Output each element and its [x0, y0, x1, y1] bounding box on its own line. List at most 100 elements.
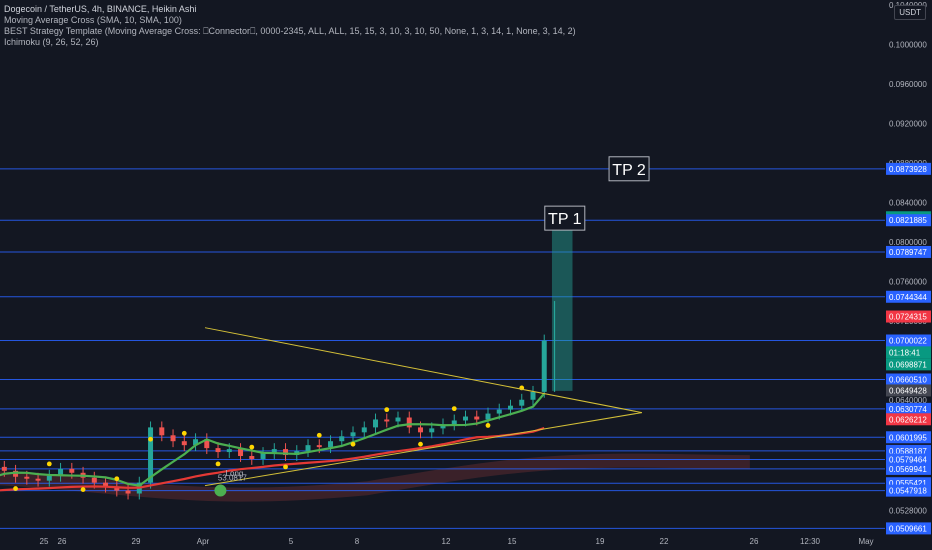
currency-button[interactable]: USDT: [894, 5, 926, 20]
candle-body-27: [69, 468, 75, 473]
signal-dot-55: [384, 407, 390, 413]
y-tick-4: 0.0760000: [889, 277, 927, 286]
y-tick-5: 0.0800000: [889, 238, 927, 247]
price-label-2: 0.0821885: [889, 216, 927, 225]
candle-body-55: [384, 419, 390, 422]
price-label-9: 0.0660510: [889, 376, 927, 385]
candle-body-53: [361, 427, 367, 433]
candle-body-54: [373, 419, 379, 428]
y-tick-8: 0.0920000: [889, 119, 927, 128]
y-tick-6: 0.0840000: [889, 198, 927, 207]
candle-body-66: [507, 405, 513, 410]
price-label-18: 0.0547918: [889, 487, 927, 496]
candle-body-52: [350, 432, 356, 437]
x-tick-7: 15: [508, 537, 517, 546]
x-tick-5: 8: [355, 537, 360, 546]
price-label-19: 0.0509661: [889, 524, 927, 533]
signal-dot-64: [485, 423, 491, 428]
candle-body-65: [496, 409, 502, 414]
ichimoku-cloud: [0, 453, 750, 502]
candle-body-24: [35, 478, 41, 481]
candle-body-57: [406, 417, 412, 428]
signal-dot-58: [418, 441, 423, 447]
y-tick-9: 0.0960000: [889, 80, 927, 89]
price-label-13: 0.0601995: [889, 433, 927, 442]
signal-dot-61: [451, 406, 457, 412]
candle-body-69: [541, 340, 547, 392]
candle-body-58: [418, 427, 424, 433]
candle-body-43: [249, 456, 255, 459]
y-tick-10: 0.1000000: [889, 40, 927, 49]
x-tick-4: 5: [289, 537, 294, 546]
x-tick-9: 22: [660, 537, 669, 546]
candle-body-40: [215, 448, 221, 453]
signal-dot-40: [215, 461, 221, 467]
signal-dot-22: [13, 486, 18, 491]
price-label-10: 0.0649428: [889, 386, 927, 395]
price-label-5: 0.0724315: [889, 313, 927, 322]
signal-dot-28: [80, 487, 86, 492]
x-tick-12: May: [858, 537, 873, 546]
slow-ma-line: [0, 427, 545, 492]
signal-dot-49: [316, 432, 322, 438]
x-tick-10: 26: [750, 537, 759, 546]
price-label-8: 0.0698871: [889, 360, 927, 369]
candle-body-35: [159, 427, 165, 436]
legend-ma-cross[interactable]: Moving Average Cross (SMA, 10, SMA, 100): [4, 15, 576, 26]
candle-body-56: [395, 417, 401, 422]
signal-dot-46: [283, 464, 288, 470]
chart-legend: Dogecoin / TetherUS, 4h, BINANCE, Heikin…: [4, 4, 576, 48]
candle-body-36: [170, 435, 176, 442]
x-tick-8: 19: [596, 537, 605, 546]
candle-body-34: [148, 427, 154, 483]
price-label-3: 0.0789747: [889, 248, 927, 257]
annotation-tp-1: TP 1: [548, 211, 582, 228]
candle-body-42: [238, 449, 244, 457]
candle-body-67: [519, 399, 525, 406]
signal-dot-37: [181, 430, 187, 436]
x-tick-2: 29: [132, 537, 141, 546]
price-label-11: 0.0630774: [889, 405, 927, 414]
x-tick-0: 25: [40, 537, 49, 546]
x-tick-3: Apr: [197, 537, 210, 546]
price-label-0: 0.0873928: [889, 165, 927, 174]
signal-dot-52: [350, 441, 356, 447]
x-tick-11: 12:30: [800, 537, 821, 546]
annotation-tp-2: TP 2: [612, 162, 646, 179]
candle-body-32: [125, 490, 131, 494]
candle-body-21: [1, 466, 7, 471]
signal-dot-43: [249, 444, 255, 450]
candle-body-61: [451, 420, 457, 425]
price-label-12: 0.0626212: [889, 415, 927, 424]
candle-body-41: [226, 449, 232, 453]
candle-body-59: [429, 428, 435, 433]
price-chart[interactable]: TP 2TP 1Long53.0817536751Short0.05120000…: [0, 0, 932, 550]
candle-body-25: [46, 475, 52, 481]
candle-body-37: [181, 441, 187, 446]
symbol-title[interactable]: Dogecoin / TetherUS, 4h, BINANCE, Heikin…: [4, 4, 576, 15]
candle-body-51: [339, 436, 345, 442]
candle-body-62: [463, 416, 469, 421]
candle-body-48: [305, 445, 311, 452]
price-label-7: 01:18:41: [889, 348, 921, 357]
signal-dot-25: [46, 461, 52, 467]
candle-body-63: [474, 416, 480, 420]
candle-body-68: [530, 391, 536, 400]
x-tick-1: 26: [58, 537, 67, 546]
legend-strategy[interactable]: BEST Strategy Template (Moving Average C…: [4, 26, 576, 37]
candle-body-49: [316, 445, 322, 448]
candle-body-64: [485, 413, 491, 420]
annotation-3: 53.0817: [218, 474, 247, 483]
signal-dot-31: [114, 476, 120, 482]
candle-body-23: [24, 476, 30, 479]
candle-body-50: [328, 441, 334, 448]
candle-body-29: [91, 477, 97, 483]
price-label-16: 0.0569941: [889, 465, 927, 474]
legend-ichimoku[interactable]: Ichimoku (9, 26, 52, 26): [4, 37, 576, 48]
price-label-6: 0.0700022: [889, 337, 927, 346]
long-entry-marker: [214, 484, 227, 497]
x-tick-6: 12: [442, 537, 451, 546]
signal-dot-34: [148, 436, 153, 442]
price-label-4: 0.0744344: [889, 293, 927, 302]
y-tick-1: 0.0528000: [889, 506, 927, 515]
